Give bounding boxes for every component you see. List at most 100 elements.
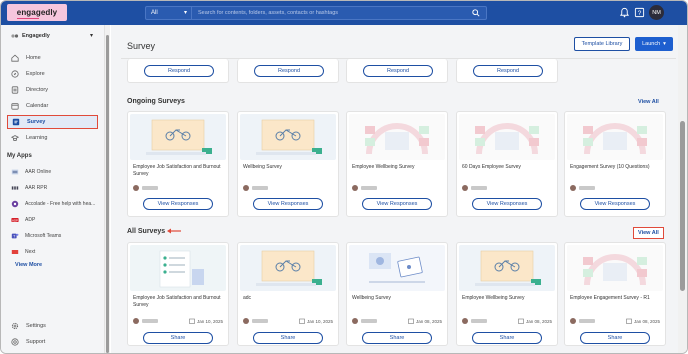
respond-button[interactable]: Respond — [473, 65, 543, 77]
app-item-adp[interactable]: ADP ADP — [7, 216, 35, 224]
survey-card[interactable]: Employee Wellbeing Survey Ranjit Nagi Jan … — [456, 242, 558, 346]
survey-author: Ranjit Nagi — [243, 185, 268, 191]
respond-button[interactable]: Respond — [254, 65, 324, 77]
app-item-aar-rpr[interactable]: AAR RPR — [7, 184, 47, 192]
sidebar-item-calendar[interactable]: Calendar — [7, 99, 98, 113]
search-scope-select[interactable]: All ▾ — [146, 7, 192, 19]
sidebar-item-label: Directory — [26, 87, 49, 93]
share-button[interactable]: Share — [143, 332, 213, 344]
sidebar-item-settings[interactable]: Settings — [7, 319, 98, 333]
survey-card[interactable]: Wellbeing Survey Ranjit Nagi View Response… — [237, 111, 339, 217]
survey-title[interactable]: Employee Job Satisfaction and Burnout Su… — [133, 164, 225, 178]
sidebar-item-label: Calendar — [26, 103, 49, 109]
help-icon[interactable]: ? — [634, 7, 645, 18]
sidebar-item-support[interactable]: Support — [7, 335, 98, 349]
search-icon[interactable] — [472, 9, 480, 17]
view-responses-button[interactable]: View Responses — [362, 198, 432, 210]
user-avatar[interactable]: NM — [649, 5, 664, 20]
survey-title[interactable]: Engagement Survey (10 Questions) — [570, 164, 662, 171]
survey-title[interactable]: Employee Engagement Survey - R1 — [570, 295, 662, 302]
avatar — [243, 185, 249, 191]
survey-author: Ranjit Nagi — [133, 185, 158, 191]
survey-thumbnail-list — [130, 245, 226, 291]
search-input[interactable]: Search for contents, folders, assets, co… — [198, 7, 338, 19]
survey-card[interactable]: adc Ranjit Nagi Jan 10, 2025 Share — [237, 242, 339, 346]
survey-title[interactable]: adc — [243, 295, 335, 302]
sidebar-scrollbar-thumb[interactable] — [106, 35, 109, 353]
sidebar-item-label: Home — [26, 55, 41, 61]
respond-button[interactable]: Respond — [363, 65, 433, 77]
svg-text:ADP: ADP — [12, 218, 18, 222]
sidebar-item-label: Learning — [26, 135, 48, 141]
survey-card: Respond — [237, 59, 339, 83]
survey-card[interactable]: Employee Wellbeing Survey Ranjit Nagi View… — [346, 111, 448, 217]
launch-button[interactable]: Launch ▾ — [635, 37, 673, 51]
org-logo-icon — [11, 34, 19, 38]
share-button[interactable]: Share — [580, 332, 650, 344]
sidebar-item-home[interactable]: Home — [7, 51, 98, 65]
launch-label: Launch — [642, 41, 661, 47]
survey-title[interactable]: Employee Wellbeing Survey — [462, 295, 554, 302]
view-responses-button[interactable]: View Responses — [143, 198, 213, 210]
sidebar-item-label: Settings — [26, 323, 46, 329]
sidebar-item-learning[interactable]: Learning — [7, 131, 98, 145]
org-switcher[interactable]: Engagedly — [11, 33, 50, 39]
sidebar-item-survey[interactable]: Survey — [7, 115, 98, 129]
share-button[interactable]: Share — [362, 332, 432, 344]
survey-thumbnail — [240, 245, 336, 291]
author-name: Ranjit Nagi — [361, 186, 377, 190]
app-item-label: Next — [25, 249, 36, 255]
app-item-aar-online[interactable]: AAR Online — [7, 168, 51, 176]
survey-title[interactable]: Wellbeing Survey — [243, 164, 335, 171]
template-library-button[interactable]: Template Library — [574, 37, 630, 51]
app-item-microsoft-teams[interactable]: T Microsoft Teams — [7, 232, 61, 240]
app-item-accolade[interactable]: Accolade - Free help with hea... — [7, 200, 95, 208]
survey-card[interactable]: Employee Job Satisfaction and Burnout Su… — [127, 242, 229, 346]
survey-date-text: Jan 10, 2025 — [196, 318, 223, 324]
view-responses-button[interactable]: View Responses — [253, 198, 323, 210]
survey-thumbnail — [130, 245, 226, 291]
search-bar[interactable]: All ▾ Search for contents, folders, asse… — [145, 6, 487, 20]
survey-date: Jan 08, 2025 — [408, 318, 442, 324]
svg-text:?: ? — [638, 10, 642, 17]
all-surveys-view-all-link[interactable]: View All — [633, 227, 664, 239]
survey-card[interactable]: Employee Engagement Survey - R1 Ranjit Na… — [564, 242, 666, 346]
view-responses-button[interactable]: View Responses — [580, 198, 650, 210]
main-scrollbar-thumb[interactable] — [680, 121, 685, 291]
survey-title[interactable]: Wellbeing Survey — [352, 295, 444, 302]
chevron-down-icon[interactable]: ▾ — [90, 32, 93, 39]
survey-thumbnail-bike — [240, 245, 336, 291]
calendar-icon — [518, 318, 524, 324]
engagedly-logo[interactable]: engagedly — [7, 4, 67, 21]
share-button[interactable]: Share — [472, 332, 542, 344]
sidebar-item-directory[interactable]: Directory — [7, 83, 98, 97]
sidebar-item-explore[interactable]: Explore — [7, 67, 98, 81]
survey-author: Ranjit Nagi — [243, 318, 268, 324]
share-button[interactable]: Share — [253, 332, 323, 344]
app-item-next[interactable]: Next — [7, 248, 35, 256]
survey-thumbnail — [349, 114, 445, 160]
survey-card[interactable]: 60 Days Employee Survey Ranjit Nagi View R… — [456, 111, 558, 217]
view-more-link[interactable]: View More — [15, 262, 42, 268]
survey-thumbnail-bike — [240, 114, 336, 160]
survey-title[interactable]: Employee Job Satisfaction and Burnout Su… — [133, 295, 225, 309]
bell-icon[interactable] — [619, 7, 630, 18]
survey-card[interactable]: Engagement Survey (10 Questions) Ranjit N… — [564, 111, 666, 217]
author-name: Ranjit Nagi — [471, 186, 487, 190]
sidebar-item-label: Survey — [27, 119, 46, 125]
survey-card[interactable]: Employee Job Satisfaction and Burnout Su… — [127, 111, 229, 217]
survey-thumbnail — [130, 114, 226, 160]
survey-thumbnail — [567, 114, 663, 160]
ongoing-view-all-link[interactable]: View All — [638, 99, 659, 105]
aar-icon — [11, 169, 19, 175]
all-surveys-heading: All Surveys — [127, 228, 166, 235]
survey-title[interactable]: 60 Days Employee Survey — [462, 164, 554, 171]
respond-button[interactable]: Respond — [144, 65, 214, 77]
app-item-label: AAR RPR — [25, 185, 48, 191]
author-name: Ranjit Nagi — [471, 319, 487, 323]
survey-card[interactable]: Wellbeing Survey Ranjit Nagi Jan 08, 2025 S… — [346, 242, 448, 346]
author-name: Ranjit Nagi — [142, 319, 158, 323]
view-responses-button[interactable]: View Responses — [472, 198, 542, 210]
survey-thumbnail-faded — [567, 245, 663, 291]
survey-title[interactable]: Employee Wellbeing Survey — [352, 164, 444, 171]
